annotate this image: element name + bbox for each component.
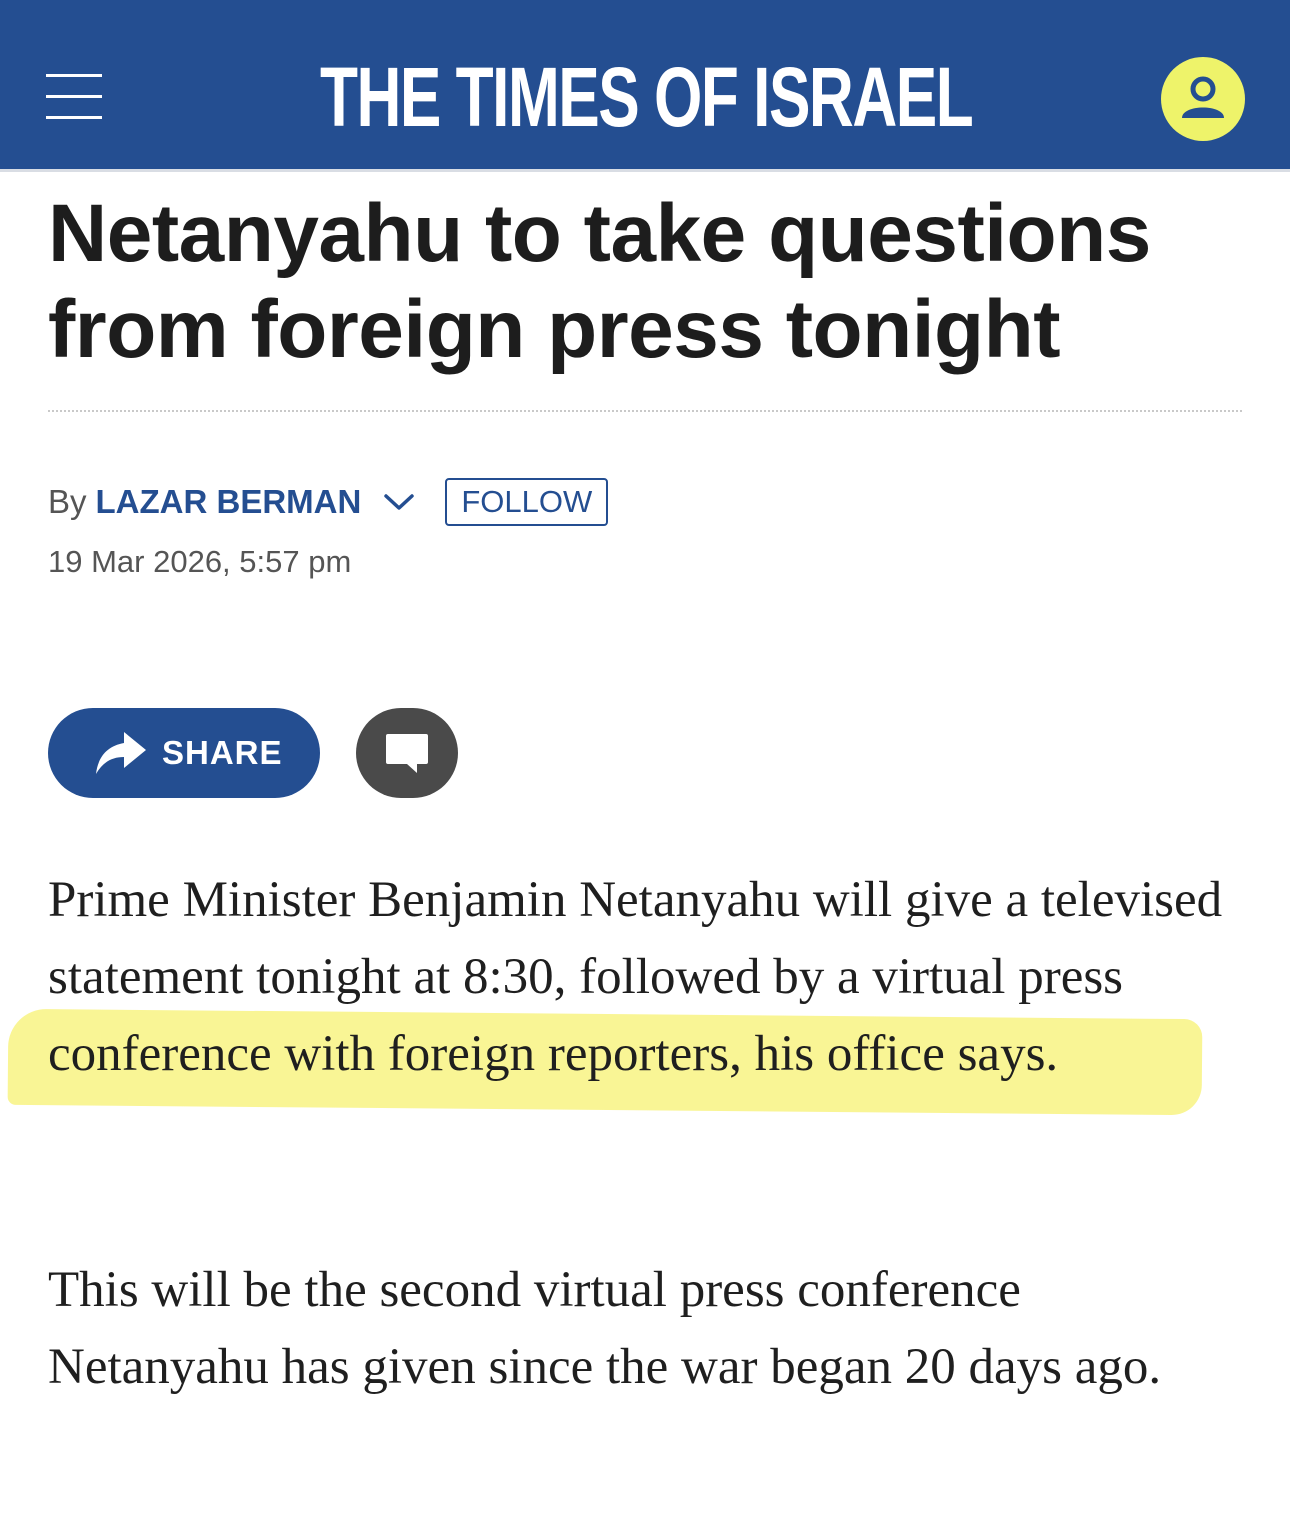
comments-button[interactable] (356, 708, 458, 798)
site-header: THE TIMES OF ISRAEL (0, 0, 1290, 172)
headline-divider (48, 410, 1242, 412)
share-arrow-icon (96, 732, 146, 774)
author-link[interactable]: LAZAR BERMAN (96, 483, 362, 521)
hamburger-menu-icon[interactable] (46, 74, 102, 120)
menu-line (46, 95, 102, 98)
article-headline: Netanyahu to take questions from foreign… (48, 188, 1151, 375)
chevron-down-icon[interactable] (383, 492, 415, 512)
publish-date: 19 Mar 2026, 5:57 pm (48, 544, 352, 579)
menu-line (46, 116, 102, 119)
share-label: SHARE (162, 734, 283, 771)
user-account-icon[interactable] (1160, 56, 1246, 142)
by-label: By (48, 483, 87, 520)
site-logo[interactable]: THE TIMES OF ISRAEL (320, 52, 974, 142)
share-button[interactable]: SHARE (48, 708, 320, 798)
comment-bubble-icon (386, 734, 428, 773)
follow-button[interactable]: FOLLOW (445, 478, 609, 526)
article-paragraph-2: This will be the second virtual press co… (48, 1262, 1162, 1395)
menu-line (46, 74, 102, 77)
article-paragraph-1: Prime Minister Benjamin Netanyahu will g… (48, 872, 1223, 1082)
byline: By LAZAR BERMAN FOLLOW (48, 478, 609, 526)
user-account-svg (1161, 57, 1245, 141)
